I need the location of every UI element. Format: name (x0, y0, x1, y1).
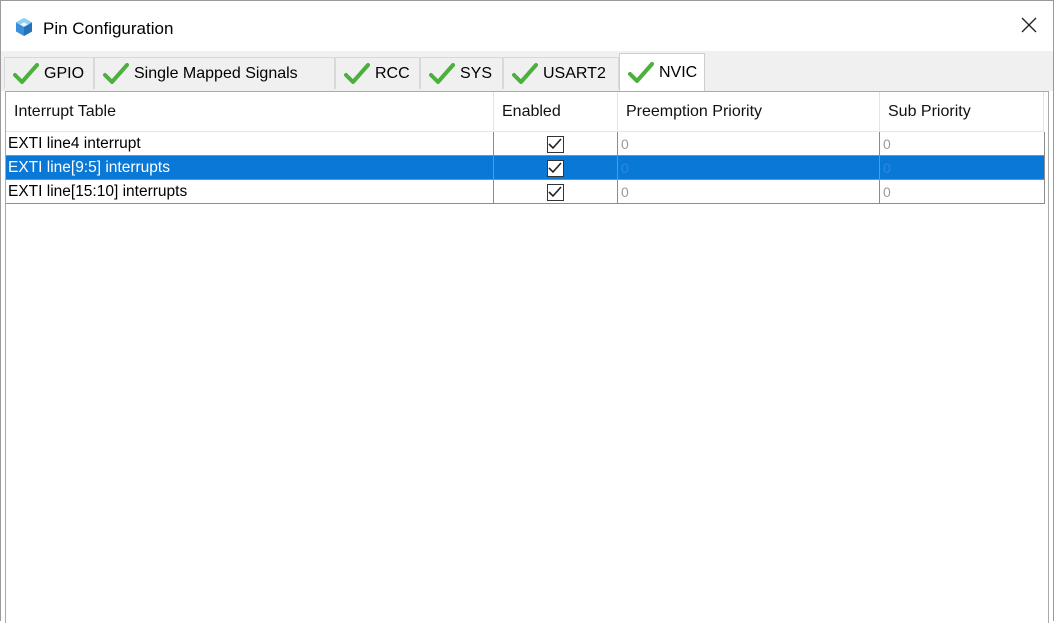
preemption-priority-field[interactable]: 0 (618, 180, 878, 204)
enabled-checkbox[interactable] (546, 183, 564, 201)
tab-label: NVIC (659, 63, 698, 81)
grid-line (6, 179, 1044, 180)
column-header-preemption-priority[interactable]: Preemption Priority (618, 92, 880, 131)
enabled-checkbox[interactable] (546, 135, 564, 153)
checkmark-icon (548, 162, 562, 174)
window-title: Pin Configuration (43, 19, 174, 38)
interrupt-name: EXTI line[9:5] interrupts (8, 159, 170, 176)
enabled-cell (494, 156, 616, 180)
preemption-priority-field[interactable]: 0 (618, 132, 878, 156)
grid-line (493, 132, 494, 204)
grid-line (6, 155, 1044, 156)
column-header-label: Interrupt Table (14, 102, 116, 120)
checkmark-icon (548, 186, 562, 198)
nvic-panel: Interrupt Table Enabled Preemption Prior… (5, 91, 1049, 623)
title-bar: Pin Configuration (1, 1, 1053, 51)
tab-label: RCC (375, 64, 410, 82)
grid-line (1044, 132, 1045, 204)
sub-priority-field[interactable]: 0 (880, 132, 1044, 156)
check-icon (429, 62, 455, 86)
close-icon (1020, 16, 1038, 39)
grid-line (6, 203, 1044, 204)
check-icon (103, 62, 129, 86)
interrupt-name: EXTI line[15:10] interrupts (8, 183, 188, 200)
tab-rcc[interactable]: RCC (335, 57, 420, 89)
enabled-cell (494, 180, 616, 204)
tab-strip: GPIO Single Mapped Signals RCC SYS USART… (1, 51, 1053, 91)
sub-priority-field[interactable]: 0 (880, 156, 1044, 180)
tab-label: Single Mapped Signals (134, 64, 298, 82)
check-icon (344, 62, 370, 86)
column-header-label: Enabled (502, 102, 561, 120)
column-header-label: Preemption Priority (626, 102, 763, 120)
interrupt-name: EXTI line4 interrupt (8, 135, 141, 152)
pin-configuration-window: Pin Configuration GPIO Single Mapped Sig… (0, 0, 1054, 623)
checkmark-icon (548, 138, 562, 150)
tab-usart2[interactable]: USART2 (503, 57, 619, 89)
preemption-priority-field[interactable]: 0 (618, 156, 878, 180)
tab-label: USART2 (543, 64, 606, 82)
tab-sys[interactable]: SYS (420, 57, 503, 89)
column-header-enabled[interactable]: Enabled (494, 92, 618, 131)
table-row[interactable]: EXTI line[9:5] interrupts 0 0 (6, 156, 1044, 180)
column-header-sub-priority[interactable]: Sub Priority (880, 92, 1044, 131)
grid-line (617, 132, 618, 204)
tab-nvic[interactable]: NVIC (619, 53, 705, 91)
tab-label: SYS (460, 64, 493, 82)
tab-label: GPIO (44, 64, 85, 82)
tab-gpio[interactable]: GPIO (4, 57, 94, 89)
check-icon (512, 62, 538, 86)
tab-single-mapped-signals[interactable]: Single Mapped Signals (94, 57, 335, 89)
check-icon (13, 62, 39, 86)
grid-line (879, 132, 880, 204)
table-row[interactable]: EXTI line[15:10] interrupts 0 0 (6, 180, 1044, 204)
cube-app-icon (14, 17, 34, 37)
sub-priority-field[interactable]: 0 (880, 180, 1044, 204)
enabled-checkbox[interactable] (546, 159, 564, 177)
column-header-label: Sub Priority (888, 102, 971, 120)
check-icon (628, 61, 654, 85)
close-button[interactable] (1005, 5, 1053, 49)
enabled-cell (494, 132, 616, 156)
table-row[interactable]: EXTI line4 interrupt 0 0 (6, 132, 1044, 156)
column-header-interrupt-table[interactable]: Interrupt Table (6, 92, 494, 131)
table-header: Interrupt Table Enabled Preemption Prior… (6, 92, 1044, 132)
